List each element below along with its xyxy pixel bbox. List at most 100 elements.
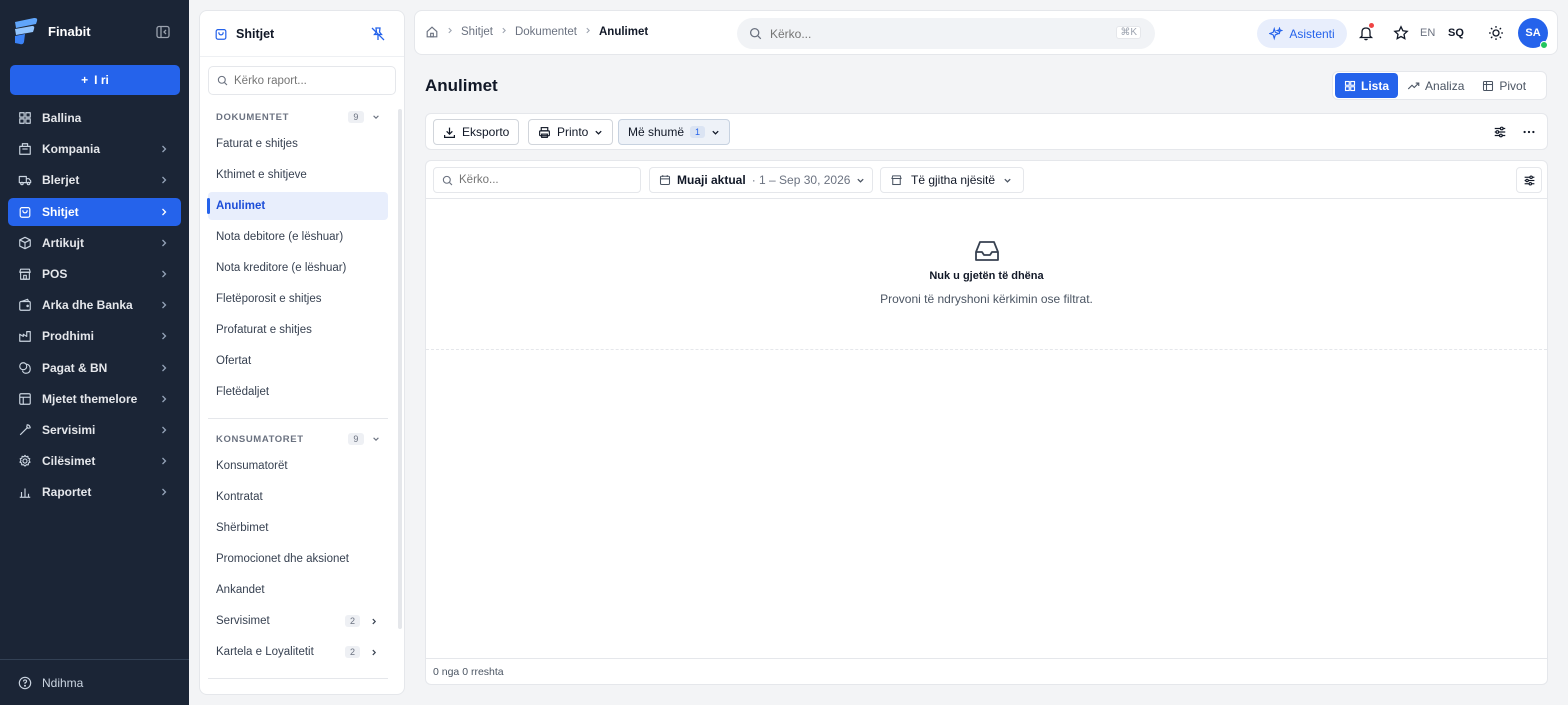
sales-panel: Shitjet DOKUMENTET 9 Faturat e shitjes Kthi…: [199, 10, 405, 695]
panel-item[interactable]: Konsumatorët: [208, 452, 388, 480]
truck-icon: [18, 176, 32, 186]
panel-item[interactable]: Fletëdaljet: [208, 378, 388, 406]
unit-filter[interactable]: Të gjitha njësitë: [880, 167, 1024, 193]
section-divider: [208, 678, 388, 679]
chevron-down-icon: [373, 115, 379, 119]
export-label: Eksporto: [462, 125, 510, 139]
data-grid: Muaji aktual · 1 – Sep 30, 2026 Të gjith…: [425, 160, 1548, 685]
nav-item-8[interactable]: Pagat & BN: [8, 354, 181, 382]
wallet-icon: [19, 298, 31, 311]
brand[interactable]: Finabit: [12, 16, 91, 46]
help-link[interactable]: Ndihma: [0, 659, 189, 705]
nav-item-label: Servisimi: [42, 422, 96, 437]
unpin-icon[interactable]: [370, 26, 386, 42]
grid-search-field[interactable]: [433, 167, 641, 193]
nav-item-7[interactable]: Prodhimi: [8, 322, 181, 350]
columns-settings-button[interactable]: [1516, 167, 1542, 193]
search-shortcut: ⌘K: [1116, 26, 1141, 39]
panel-item[interactable]: Kthimet e shitjeve: [208, 161, 388, 189]
assistant-button[interactable]: Asistenti: [1257, 19, 1347, 48]
more-horizontal-icon[interactable]: [1522, 125, 1536, 139]
panel-item[interactable]: Anulimet: [207, 192, 388, 220]
panel-item[interactable]: Fletëporosit e shitjes: [208, 285, 388, 313]
nav-item-2[interactable]: Blerjet: [8, 166, 181, 194]
chevron-right-icon: [372, 649, 377, 655]
online-status-dot: [1540, 41, 1548, 49]
global-search[interactable]: ⌘K: [737, 18, 1155, 49]
panel-item[interactable]: Promocionet dhe aksionet: [208, 545, 388, 573]
panel-item[interactable]: Ofertat: [208, 347, 388, 375]
panel-item[interactable]: Nota kreditore (e lëshuar): [208, 254, 388, 282]
nav-item-label: Cilësimet: [42, 454, 96, 469]
grid-icon: [1344, 80, 1356, 91]
building-icon: [19, 143, 31, 156]
panel-item[interactable]: Shërbimet: [208, 514, 388, 542]
panel-item-label: Shërbimet: [216, 522, 269, 534]
nav-item-0[interactable]: Ballina: [8, 104, 181, 132]
report-search-input[interactable]: [234, 74, 384, 87]
sun-icon[interactable]: [1488, 25, 1504, 41]
inbox-icon: [974, 241, 999, 261]
breadcrumb-item[interactable]: Shitjet: [461, 26, 493, 38]
language-en[interactable]: EN: [1420, 27, 1435, 39]
panel-item-label: Promocionet dhe aksionet: [216, 553, 349, 565]
home-icon[interactable]: [425, 25, 439, 39]
view-pivot-button[interactable]: Pivot: [1473, 73, 1535, 98]
asset-icon: [19, 392, 31, 405]
more-label: Më shumë: [628, 125, 685, 139]
print-button[interactable]: Printo: [528, 119, 614, 145]
search-icon: [442, 175, 453, 185]
chevron-down-icon: [373, 437, 379, 441]
new-button[interactable]: + I ri: [10, 65, 180, 95]
wrench-icon: [19, 424, 31, 436]
panel-item[interactable]: Servisimet 2: [208, 607, 388, 635]
language-sq[interactable]: SQ: [1448, 27, 1464, 39]
nav-item-1[interactable]: Kompania: [8, 135, 181, 163]
nav-item-9[interactable]: Mjetet themelore: [8, 385, 181, 413]
panel-item[interactable]: Nota debitore (e lëshuar): [208, 223, 388, 251]
nav-item-4[interactable]: Artikujt: [8, 229, 181, 257]
sliders-icon[interactable]: [1493, 125, 1507, 139]
nav-item-6[interactable]: Arka dhe Banka: [8, 291, 181, 319]
view-analysis-button[interactable]: Analiza: [1398, 73, 1473, 98]
print-label: Printo: [557, 125, 589, 139]
panel-section-header[interactable]: DOKUMENTET 9: [208, 107, 388, 127]
nav-item-3[interactable]: Shitjet: [8, 197, 181, 226]
filter-bar: Muaji aktual · 1 – Sep 30, 2026 Të gjith…: [426, 161, 1547, 199]
nav-item-label: Prodhimi: [42, 329, 95, 344]
nav-item-10[interactable]: Servisimi: [8, 416, 181, 444]
section-count: 9: [348, 433, 364, 445]
sidebar-collapse-icon[interactable]: [155, 24, 171, 40]
action-toolbar: Eksporto Printo Më shumë 1: [425, 113, 1548, 150]
panel-section-header[interactable]: VEGLAT: [208, 689, 388, 695]
global-search-input[interactable]: [770, 26, 1100, 41]
panel-item[interactable]: Profaturat e shitjes: [208, 316, 388, 344]
chevron-right-icon: [162, 176, 167, 184]
export-button[interactable]: Eksporto: [433, 119, 520, 145]
view-list-button[interactable]: Lista: [1335, 73, 1399, 98]
panel-item[interactable]: Ankandet: [208, 576, 388, 604]
panel-item[interactable]: Kartela e Loyalitetit 2: [208, 638, 388, 666]
star-icon[interactable]: [1393, 25, 1409, 41]
panel-item[interactable]: Faturat e shitjes: [208, 130, 388, 158]
panel-item-label: Faturat e shitjes: [216, 138, 298, 150]
nav-item-11[interactable]: Cilësimet: [8, 447, 181, 475]
nav-item-5[interactable]: POS: [8, 260, 181, 288]
download-icon: [444, 127, 455, 138]
chevron-right-icon: [162, 332, 167, 340]
panel-item[interactable]: Kontratat: [208, 483, 388, 511]
period-filter[interactable]: Muaji aktual · 1 – Sep 30, 2026: [649, 167, 873, 193]
panel-section-header[interactable]: KONSUMATORET 9: [208, 429, 388, 449]
printer-icon: [539, 126, 550, 138]
chevron-down-icon: [1004, 178, 1011, 183]
panel-item-label: Servisimet: [216, 615, 270, 627]
grid-search-input[interactable]: [459, 174, 629, 186]
nav-item-12[interactable]: Raportet: [8, 478, 181, 506]
panel-scrollbar[interactable]: [398, 109, 402, 629]
report-search-field[interactable]: [208, 66, 396, 95]
nav-item-label: Pagat & BN: [42, 360, 108, 375]
view-analysis-label: Analiza: [1425, 78, 1465, 93]
breadcrumb-item[interactable]: Dokumentet: [515, 26, 577, 38]
more-button[interactable]: Më shumë 1: [618, 119, 731, 145]
item-count: 2: [344, 646, 360, 658]
